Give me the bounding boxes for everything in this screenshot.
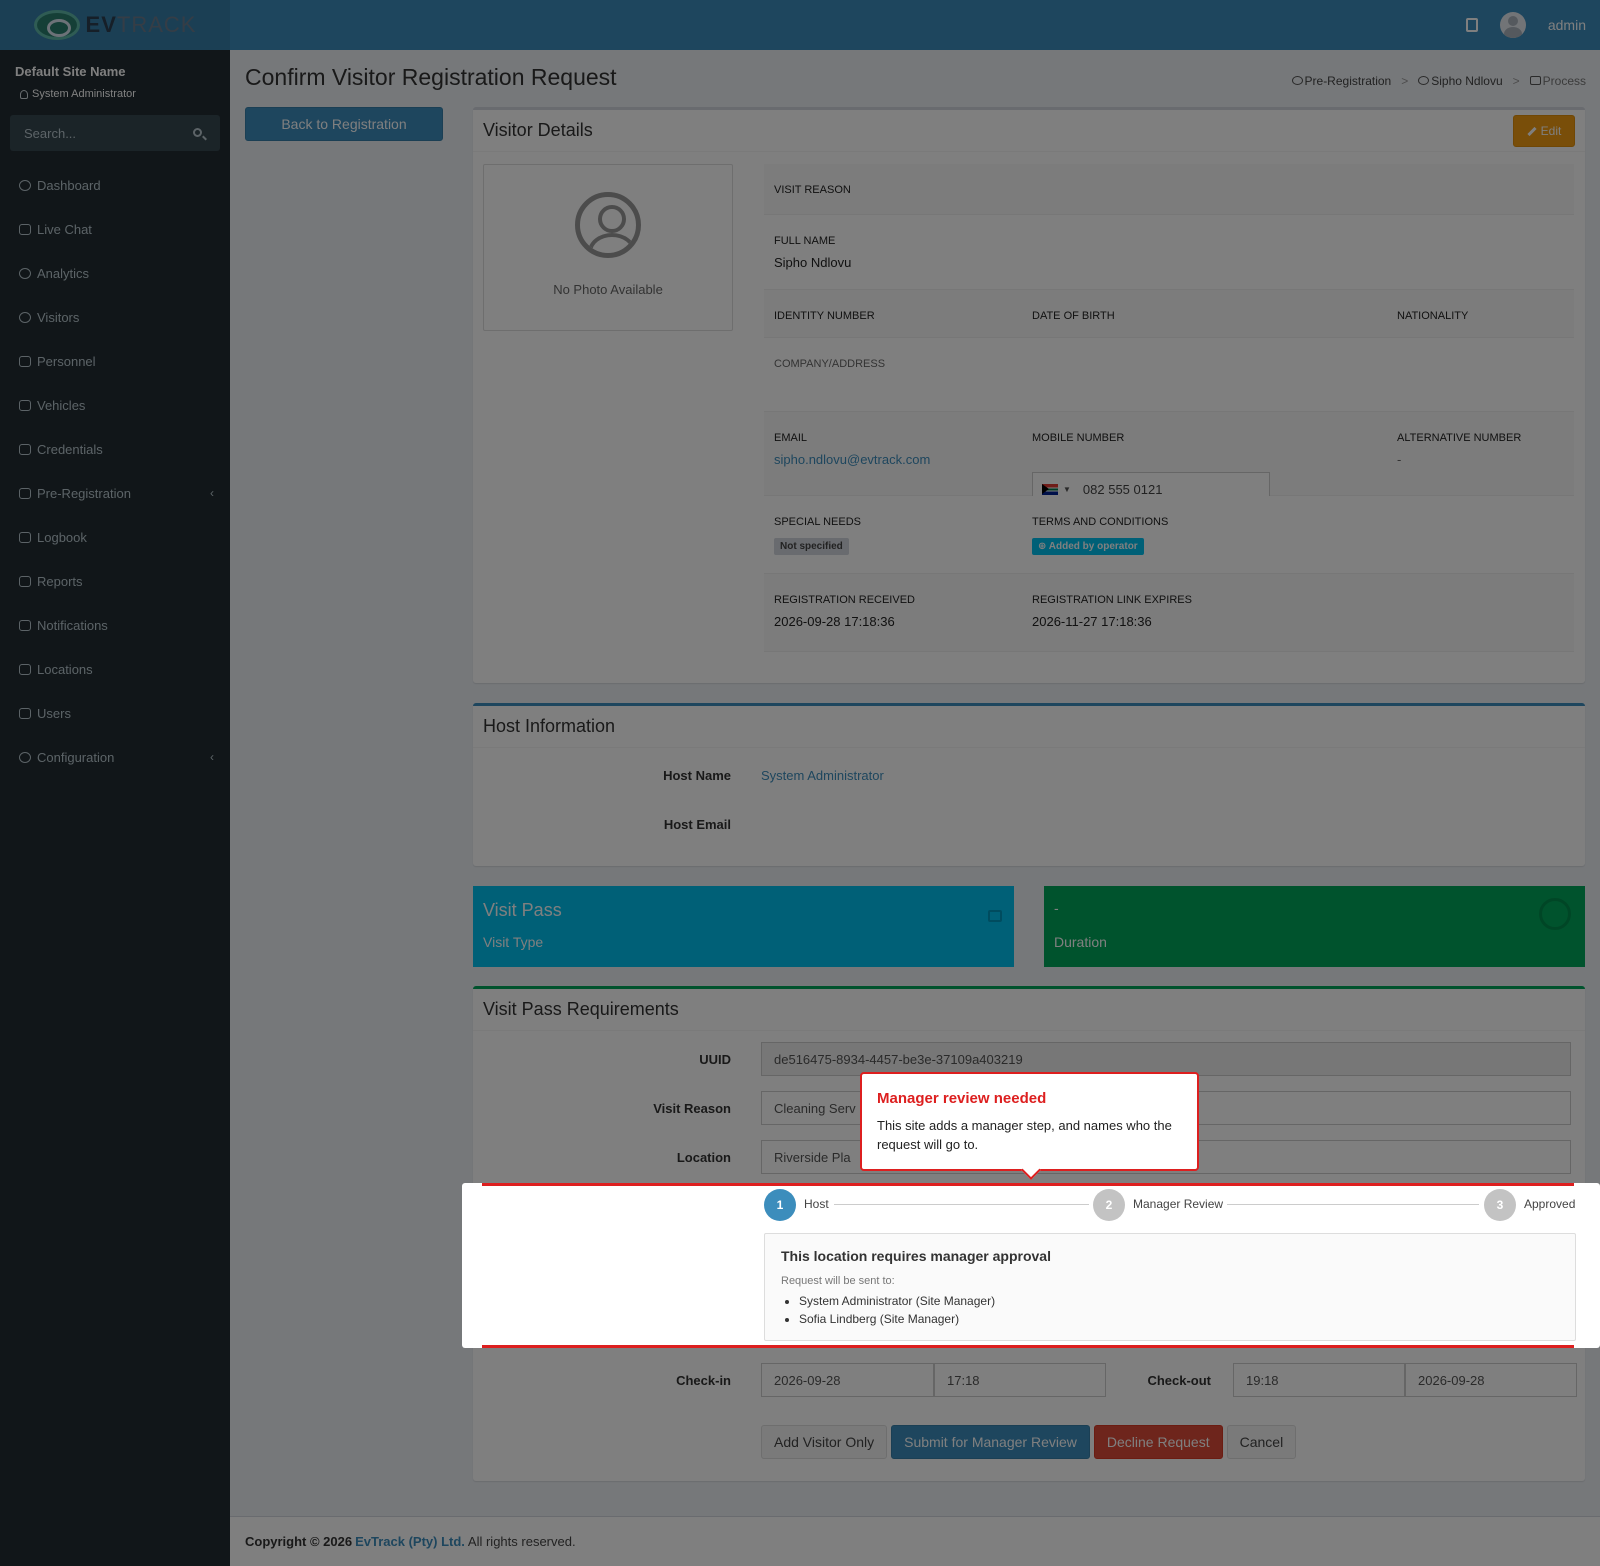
step-3-label: Approved (1524, 1197, 1576, 1211)
callout-title: Manager review needed (877, 1090, 1047, 1107)
approval-title: This location requires manager approval (781, 1248, 1051, 1264)
approval-subtitle: Request will be sent to: (781, 1275, 895, 1287)
recipient-list: System Administrator (Site Manager) Sofi… (799, 1294, 995, 1330)
highlight-bottom-line (482, 1345, 1574, 1348)
step-connector (1227, 1204, 1479, 1205)
manager-approval-panel: This location requires manager approval … (764, 1233, 1576, 1341)
approval-highlight: 1 Host 2 Manager Review 3 Approved This … (462, 1183, 1600, 1348)
list-item: System Administrator (Site Manager) (799, 1294, 995, 1312)
highlight-top-line (482, 1183, 1574, 1186)
step-2-circle: 2 (1093, 1189, 1125, 1221)
list-item: Sofia Lindberg (Site Manager) (799, 1312, 995, 1330)
step-connector (834, 1204, 1089, 1205)
tour-callout: Manager review needed This site adds a m… (860, 1072, 1199, 1171)
step-3-circle: 3 (1484, 1189, 1516, 1221)
approval-stepper: 1 Host 2 Manager Review 3 Approved (764, 1189, 1576, 1221)
step-1-circle: 1 (764, 1189, 796, 1221)
step-2-label: Manager Review (1133, 1197, 1224, 1211)
step-1-label: Host (804, 1197, 829, 1211)
callout-text: This site adds a manager step, and names… (877, 1118, 1172, 1152)
